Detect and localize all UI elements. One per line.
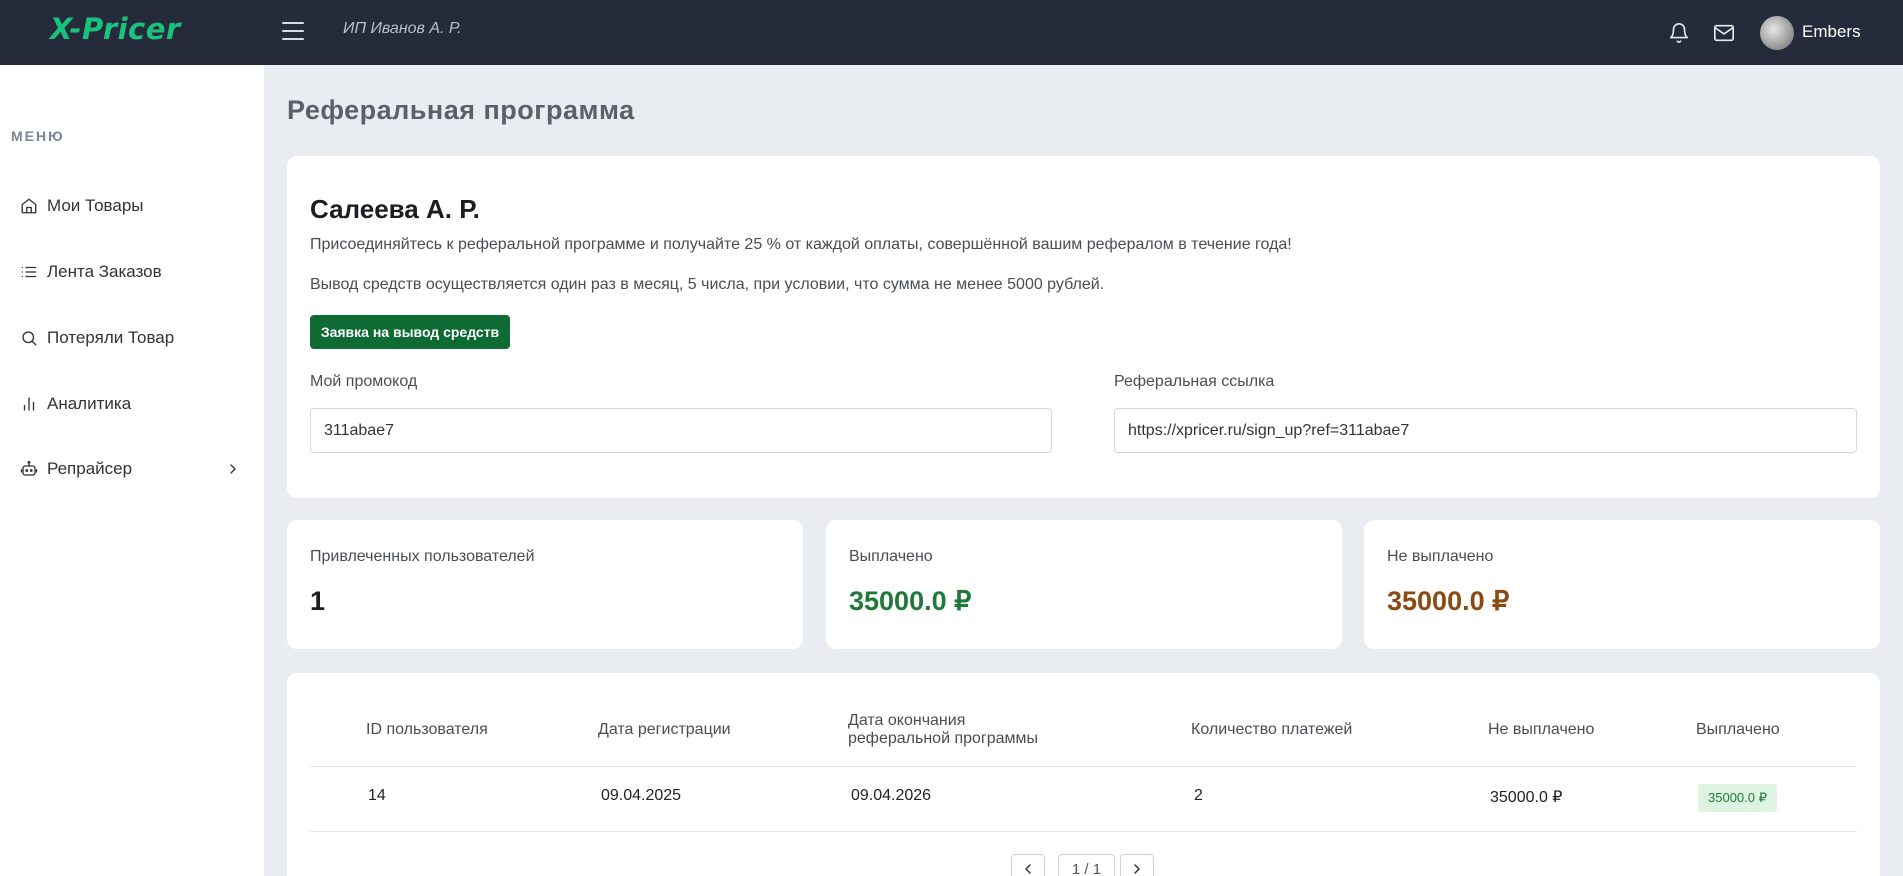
column-header: реферальной программы	[848, 730, 1039, 747]
chevron-left-icon	[1025, 864, 1031, 874]
robot-icon	[20, 460, 38, 476]
sidebar-item-label: Репрайсер	[47, 459, 133, 478]
referral-description: Присоединяйтесь к реферальной программе …	[310, 236, 1292, 253]
column-header: Количество платежей	[1191, 721, 1353, 738]
promo-code-label: Мой промокод	[310, 373, 418, 390]
sidebar-item-repricer[interactable]: Репрайсер	[20, 454, 250, 484]
stat-value: 1	[310, 586, 326, 616]
bar-chart-icon	[23, 397, 35, 411]
stat-card-invited: Привлеченных пользователей 1	[287, 520, 803, 649]
referral-link-field[interactable]	[1114, 408, 1857, 453]
menu-label: МЕНЮ	[11, 128, 65, 144]
sidebar-item-label: Мои Товары	[47, 196, 144, 215]
column-header: Дата окончания	[848, 712, 966, 729]
referrer-name: Салеева А. Р.	[310, 194, 480, 224]
sidebar-item-label: Аналитика	[47, 394, 132, 413]
list-icon	[21, 266, 37, 278]
column-header: ID пользователя	[366, 721, 488, 738]
stat-card-unpaid: Не выплачено 35000.0 ₽	[1364, 520, 1880, 649]
search-icon	[22, 331, 37, 346]
sidebar-item-label: Потеряли Товар	[47, 328, 175, 347]
cell-user-id: 14	[368, 787, 386, 804]
cell-unpaid: 35000.0 ₽	[1490, 789, 1563, 806]
column-header: Дата регистрации	[598, 721, 731, 738]
bell-icon[interactable]	[1668, 22, 1690, 44]
stat-value: 35000.0 ₽	[1387, 586, 1510, 616]
stat-card-paid: Выплачено 35000.0 ₽	[826, 520, 1342, 649]
sidebar-item-orders-feed[interactable]: Лента Заказов	[20, 257, 250, 287]
promo-code-field[interactable]	[310, 408, 1052, 453]
stat-label: Привлеченных пользователей	[310, 548, 535, 565]
withdraw-request-button[interactable]: Заявка на вывод средств	[310, 315, 510, 349]
cell-end-date: 09.04.2026	[851, 787, 932, 804]
sidebar-item-analytics[interactable]: Аналитика	[20, 389, 250, 419]
username[interactable]: Embers	[1802, 22, 1861, 42]
row-divider	[310, 766, 1857, 767]
status-badge: 35000.0 ₽	[1698, 784, 1777, 812]
cell-payments-count: 2	[1194, 787, 1203, 804]
sidebar: МЕНЮ Мои Товары Лента Заказов Потеряли Т…	[0, 65, 264, 876]
referral-link-label: Реферальная ссылка	[1114, 373, 1275, 390]
page-title: Реферальная программа	[287, 95, 635, 125]
cell-registration-date: 09.04.2025	[601, 787, 682, 804]
company-name: ИП Иванов А. Р.	[343, 20, 462, 37]
avatar[interactable]	[1760, 16, 1794, 50]
menu-toggle-button[interactable]	[282, 22, 304, 40]
prev-page-button[interactable]	[1011, 854, 1045, 876]
referrals-table: ID пользователя Дата регистрации Дата ок…	[287, 673, 1880, 876]
withdraw-conditions: Вывод средств осуществляется один раз в …	[310, 276, 1105, 293]
app-logo[interactable]: X-Pricer	[50, 12, 181, 46]
sidebar-item-label: Лента Заказов	[47, 262, 162, 281]
top-bar: X-Pricer ИП Иванов А. Р. Embers	[0, 0, 1903, 65]
home-icon	[21, 198, 37, 214]
column-header: Не выплачено	[1488, 721, 1595, 738]
chevron-right-icon	[230, 464, 236, 474]
stat-label: Выплачено	[849, 548, 933, 565]
referral-card: Салеева А. Р. Присоединяйтесь к рефераль…	[287, 156, 1880, 498]
stat-label: Не выплачено	[1387, 548, 1494, 565]
sidebar-item-my-products[interactable]: Мои Товары	[20, 191, 250, 221]
next-page-button[interactable]	[1120, 854, 1154, 876]
sidebar-item-lost-product[interactable]: Потеряли Товар	[20, 323, 250, 353]
chevron-right-icon	[1134, 864, 1140, 874]
stat-value: 35000.0 ₽	[849, 586, 972, 616]
column-header: Выплачено	[1696, 721, 1780, 738]
mail-icon[interactable]	[1713, 22, 1735, 44]
row-divider	[310, 831, 1857, 832]
pagination-info: 1 / 1	[1058, 854, 1115, 876]
